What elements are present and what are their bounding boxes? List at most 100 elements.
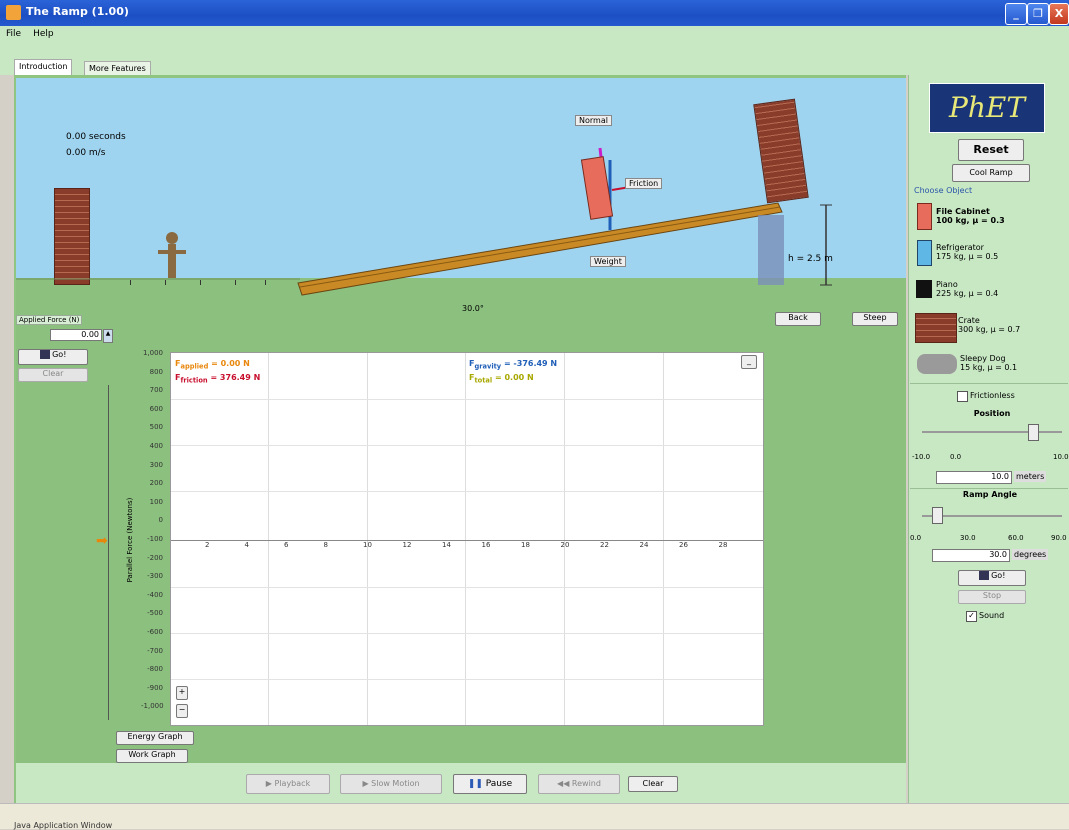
object-refrigerator[interactable]: Refrigerator 175 kg, μ = 0.5 <box>936 243 998 261</box>
cool-ramp-button[interactable]: Cool Ramp <box>952 164 1030 182</box>
reset-button[interactable]: Reset <box>958 139 1024 161</box>
angle-stop-button[interactable]: Stop <box>958 590 1026 604</box>
xtick-label: 14 <box>442 541 451 549</box>
xtick-label: 26 <box>679 541 688 549</box>
graph-minimize-button[interactable]: _ <box>741 355 757 369</box>
angle-tick-0: 0.0 <box>910 534 922 542</box>
file-cabinet-icon[interactable] <box>917 203 932 230</box>
go-icon-2 <box>978 571 989 580</box>
energy-graph-button[interactable]: Energy Graph <box>116 731 194 745</box>
xtick-label: 24 <box>639 541 649 549</box>
graph-yaxis-label: Parallel Force (Newtons) <box>126 497 134 583</box>
legend-gravity: Fgravity = -376.49 N <box>469 359 558 371</box>
angle-tick-60: 60.0 <box>1008 534 1024 542</box>
ytick-label: 100 <box>149 497 163 506</box>
angle-input[interactable]: 30.0 <box>932 549 1010 562</box>
ytick-label: -600 <box>147 628 163 636</box>
position-slider-track <box>922 431 1062 433</box>
playback-button[interactable]: ▶ Playback <box>246 774 330 794</box>
height-readout: h = 2.5 m <box>788 254 833 264</box>
crate-icon[interactable] <box>915 313 957 343</box>
graph-zero-line <box>171 540 763 541</box>
pause-icon: ❚❚ <box>467 779 483 789</box>
ytick-label: 300 <box>149 460 163 469</box>
rewind-button[interactable]: ◀◀ Rewind <box>538 774 620 794</box>
applied-force-spinner[interactable]: ▲ <box>103 329 113 343</box>
xtick-label: 16 <box>481 541 491 549</box>
xtick-label: 2 <box>205 541 210 549</box>
angle-slider-track <box>922 515 1062 517</box>
ytick-label: -800 <box>147 665 163 674</box>
legend-friction: Ffriction = 376.49 N <box>175 373 261 385</box>
ytick-label: -1,000 <box>141 702 164 711</box>
xtick-label: 6 <box>284 541 289 549</box>
ytick-label: -700 <box>147 646 163 655</box>
ytick-label: 500 <box>149 423 163 432</box>
choose-object-label: Choose Object <box>914 186 973 195</box>
angle-slider-handle[interactable] <box>932 507 943 524</box>
ytick-label: 1,000 <box>142 349 163 357</box>
work-graph-button[interactable]: Work Graph <box>116 749 188 763</box>
go-icon <box>39 350 50 359</box>
applied-go-button[interactable]: Go! <box>18 349 88 365</box>
object-file-cabinet[interactable]: File Cabinet 100 kg, μ = 0.3 <box>936 207 1005 225</box>
position-mid: 0.0 <box>950 453 962 461</box>
legend-total: Ftotal = 0.00 N <box>469 373 534 385</box>
object-sleepy-dog[interactable]: Sleepy Dog 15 kg, μ = 0.1 <box>960 354 1017 372</box>
refrigerator-icon[interactable] <box>917 240 932 266</box>
back-button[interactable]: Back <box>775 312 821 326</box>
object-crate[interactable]: Crate 300 kg, μ = 0.7 <box>958 316 1020 334</box>
frictionless-checkbox[interactable] <box>957 391 968 402</box>
angle-tick-30: 30.0 <box>960 534 976 542</box>
xtick-label: 18 <box>521 541 530 549</box>
panel-divider-2 <box>910 488 1068 489</box>
pause-button[interactable]: ❚❚ Pause <box>453 774 527 794</box>
ramp-angle-title: Ramp Angle <box>962 490 1018 499</box>
applied-force-input[interactable]: 0.00 <box>50 329 102 341</box>
force-slider-track <box>108 385 109 720</box>
xtick-label: 8 <box>323 541 328 549</box>
ytick-label: 600 <box>149 404 163 413</box>
ytick-label: 200 <box>149 479 163 488</box>
applied-go-label: Go! <box>52 350 67 359</box>
applied-clear-button[interactable]: Clear <box>18 368 88 382</box>
ytick-label: 800 <box>149 367 163 376</box>
zoom-out-button[interactable]: − <box>176 704 188 718</box>
position-slider-handle[interactable] <box>1028 424 1039 441</box>
angle-unit: degrees <box>1012 549 1049 560</box>
ytick-label: -300 <box>147 572 163 581</box>
steep-button[interactable]: Steep <box>852 312 898 326</box>
sleepy-dog-icon[interactable] <box>917 354 957 374</box>
status-text: Java Application Window <box>14 821 113 830</box>
zoom-in-button[interactable]: + <box>176 686 188 700</box>
position-max: 10.0 <box>1053 453 1069 461</box>
xtick-label: 10 <box>363 541 372 549</box>
sound-label: Sound <box>979 611 1005 620</box>
angle-readout: 30.0° <box>462 304 484 313</box>
clear-button[interactable]: Clear <box>628 776 678 792</box>
ytick-label: 700 <box>149 386 163 395</box>
slow-motion-button[interactable]: ▶ Slow Motion <box>340 774 442 794</box>
ytick-label: 400 <box>149 442 163 450</box>
legend-applied: Fapplied = 0.00 N <box>175 359 250 371</box>
force-graph: Fapplied = 0.00 N Ffriction = 376.49 N F… <box>170 352 764 726</box>
xtick-label: 4 <box>244 541 249 549</box>
sound-checkbox[interactable]: ✓ <box>966 611 977 622</box>
position-min: -10.0 <box>912 453 931 461</box>
angle-go-button[interactable]: Go! <box>958 570 1026 586</box>
xtick-label: 20 <box>560 541 570 549</box>
position-input[interactable]: 10.0 <box>936 471 1012 484</box>
force-slider-handle-icon[interactable]: ➡ <box>96 533 108 549</box>
panel-divider <box>910 383 1068 384</box>
angle-tick-90: 90.0 <box>1051 534 1067 542</box>
phet-logo: PhET <box>929 83 1045 133</box>
status-bar: Java Application Window <box>0 803 1069 830</box>
ytick-label: 0 <box>158 516 163 525</box>
label-friction: Friction <box>625 178 663 189</box>
frictionless-label: Frictionless <box>970 391 1015 400</box>
xtick-label: 12 <box>402 541 412 549</box>
piano-icon[interactable] <box>916 280 932 298</box>
ytick-label: -200 <box>147 553 163 562</box>
object-piano[interactable]: Piano 225 kg, μ = 0.4 <box>936 280 998 298</box>
label-normal: Normal <box>575 115 612 126</box>
